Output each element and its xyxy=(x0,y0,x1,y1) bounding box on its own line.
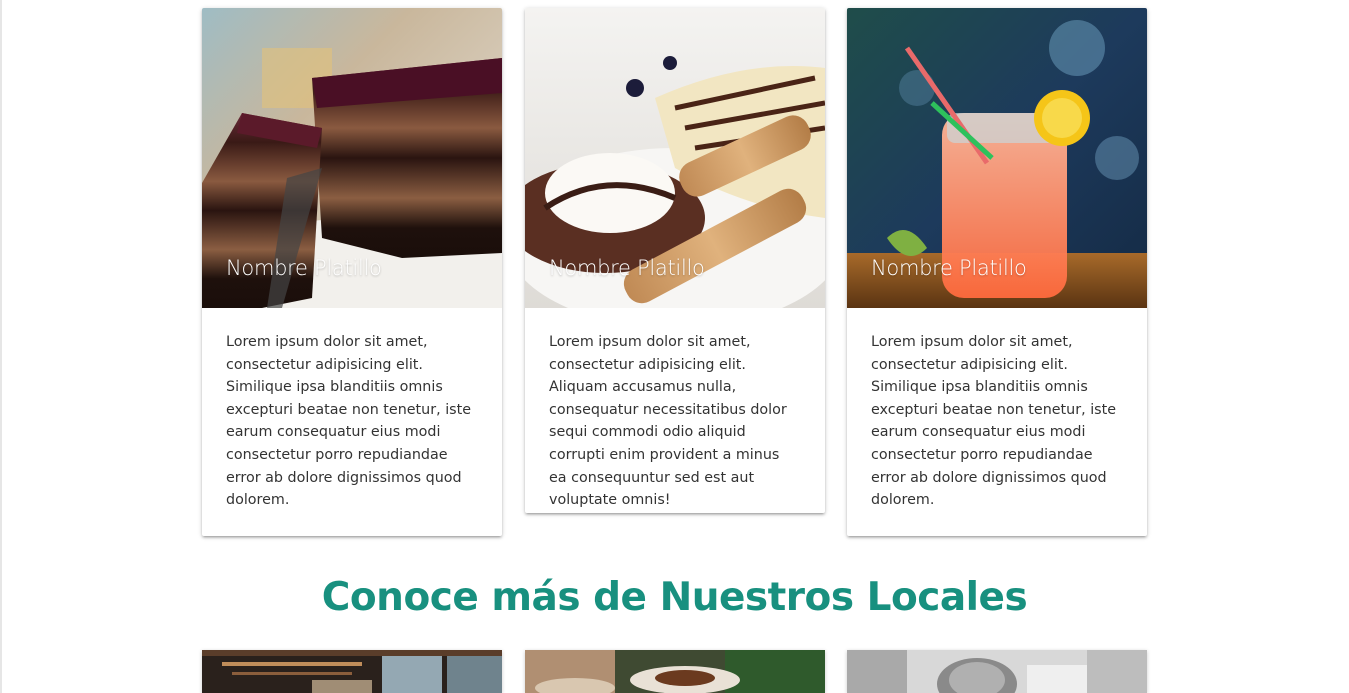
card-description: Lorem ipsum dolor sit amet, consectetur … xyxy=(549,334,787,509)
card-title: Nombre Platillo xyxy=(226,256,382,280)
coffee-table-photo xyxy=(525,650,825,693)
dish-card: Nombre Platillo Lorem ipsum dolor sit am… xyxy=(847,8,1147,536)
card-description: Lorem ipsum dolor sit amet, consectetur … xyxy=(226,334,472,509)
section-title: Conoce más de Nuestros Locales xyxy=(321,575,1028,620)
card-title: Nombre Platillo xyxy=(549,256,705,280)
dishes-cards-row: Nombre Platillo Lorem ipsum dolor sit am… xyxy=(202,8,1147,538)
local-card xyxy=(202,650,502,693)
restaurant-bar-photo xyxy=(202,650,502,693)
local-card xyxy=(525,650,825,693)
locales-cards-row xyxy=(202,650,1147,693)
dish-card: Nombre Platillo Lorem ipsum dolor sit am… xyxy=(202,8,502,536)
card-description: Lorem ipsum dolor sit amet, consectetur … xyxy=(871,334,1117,509)
card-image: Nombre Platillo xyxy=(202,8,502,308)
card-image: Nombre Platillo xyxy=(525,8,825,308)
person-bw-photo xyxy=(847,650,1147,693)
dish-card: Nombre Platillo Lorem ipsum dolor sit am… xyxy=(525,8,825,513)
card-image: Nombre Platillo xyxy=(847,8,1147,308)
card-title: Nombre Platillo xyxy=(871,256,1027,280)
local-card xyxy=(847,650,1147,693)
